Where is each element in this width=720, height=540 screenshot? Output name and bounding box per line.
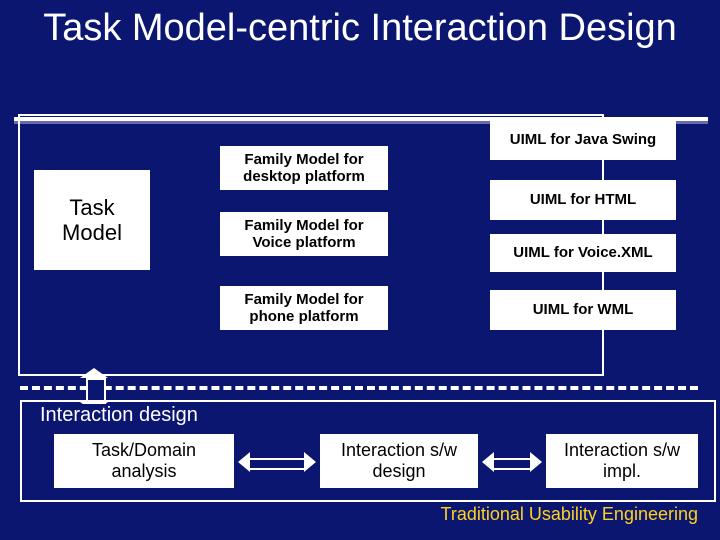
slide-title: Task Model-centric Interaction Design <box>0 0 720 50</box>
interaction-design-label: Interaction design <box>36 404 202 427</box>
slide: Task Model-centric Interaction Design Ta… <box>0 0 720 540</box>
dashed-separator <box>20 386 698 390</box>
uiml-voicexml-box: UIML for Voice.XML <box>490 234 676 272</box>
family-model-voice-box: Family Model for Voice platform <box>220 212 388 256</box>
arrow-icon <box>482 456 542 470</box>
footer-note: Traditional Usability Engineering <box>441 504 698 525</box>
task-model-box: Task Model <box>34 170 150 270</box>
task-domain-analysis-box: Task/Domain analysis <box>54 434 234 488</box>
family-model-desktop-box: Family Model for desktop platform <box>220 146 388 190</box>
interaction-sw-impl-box: Interaction s/w impl. <box>546 434 698 488</box>
uiml-html-box: UIML for HTML <box>490 180 676 220</box>
arrow-icon <box>238 456 316 470</box>
uiml-wml-box: UIML for WML <box>490 290 676 330</box>
family-model-phone-box: Family Model for phone platform <box>220 286 388 330</box>
uiml-java-swing-box: UIML for Java Swing <box>490 120 676 160</box>
interaction-sw-design-box: Interaction s/w design <box>320 434 478 488</box>
